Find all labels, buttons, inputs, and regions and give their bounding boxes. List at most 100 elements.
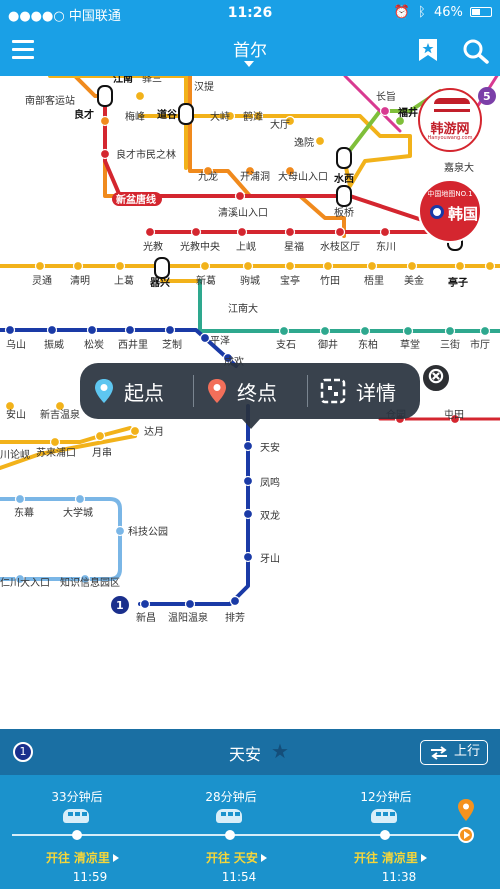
station-label[interactable]: 温阳温泉 [168, 611, 208, 624]
station-label[interactable]: 苏来浦口 [36, 446, 76, 459]
station-label[interactable]: 水西 [333, 172, 354, 185]
station-label[interactable]: 梧里 [364, 274, 384, 287]
station-label[interactable]: 新昌 [136, 611, 156, 624]
direction-toggle-button[interactable]: 上行 [420, 740, 488, 765]
station-dot[interactable] [139, 598, 151, 610]
station-label[interactable]: 东柏 [358, 338, 378, 351]
station-dot[interactable] [444, 325, 456, 337]
station-label[interactable]: 江南 [113, 76, 133, 85]
set-start-button[interactable]: 起点 [94, 363, 164, 419]
station-dot[interactable] [454, 260, 466, 272]
station-label[interactable]: 御井 [318, 338, 338, 351]
station-label[interactable]: 光教中央 [180, 240, 220, 253]
station-dot[interactable] [86, 324, 98, 336]
station-dot[interactable] [484, 260, 496, 272]
station-dot[interactable] [199, 260, 211, 272]
station-label[interactable]: 上葛 [114, 274, 134, 287]
station-dot[interactable] [199, 332, 211, 344]
station-label[interactable]: 新葛 [196, 274, 216, 287]
station-label[interactable]: 九龙 [198, 170, 218, 183]
station-label[interactable]: 东幕 [14, 506, 34, 519]
close-popup-icon[interactable]: ⊗ [420, 362, 452, 394]
station-dot[interactable] [242, 260, 254, 272]
station-dot[interactable] [72, 260, 84, 272]
line-5-badge-label[interactable]: 5 [483, 90, 491, 103]
station-dot[interactable] [236, 226, 248, 238]
station-label[interactable]: 良才市民之林 [116, 148, 176, 161]
station-dot[interactable] [94, 430, 106, 442]
station-label[interactable]: 竹田 [320, 274, 340, 287]
ad-hanyou-badge[interactable]: 韩游网 Hanyouwang.com [418, 88, 482, 152]
station-label[interactable]: 支石 [276, 339, 296, 351]
station-dot[interactable] [74, 493, 86, 505]
station-dot[interactable] [34, 260, 46, 272]
station-dot[interactable] [164, 324, 176, 336]
station-label[interactable]: 川论岘 [0, 448, 30, 461]
station-dot[interactable] [46, 324, 58, 336]
station-label[interactable]: 牙山 [260, 553, 280, 565]
station-label[interactable]: 三街 [440, 338, 460, 351]
station-dot[interactable] [334, 226, 346, 238]
line-name-label[interactable]: 新盆唐线 [116, 193, 156, 206]
station-label[interactable]: 梅峰 [125, 110, 145, 123]
station-label[interactable]: 西井里 [118, 338, 148, 351]
station-dot[interactable] [366, 260, 378, 272]
station-label[interactable]: 松炭 [84, 338, 104, 351]
station-label[interactable]: 大峙 [210, 110, 230, 123]
station-label[interactable]: 驿三 [142, 76, 162, 85]
station-label[interactable]: 排芳 [225, 611, 245, 624]
station-label[interactable]: 嘉泉大 [444, 161, 474, 174]
city-dropdown-icon[interactable] [244, 61, 254, 67]
station-label[interactable]: 灵通 [32, 275, 52, 287]
transfer-station-marker[interactable] [178, 103, 194, 125]
transfer-station-marker[interactable] [97, 85, 113, 107]
favorite-star-icon[interactable]: ★ [271, 739, 289, 763]
station-label[interactable]: 逸院 [294, 136, 314, 149]
station-label[interactable]: 南部客运站 [25, 94, 75, 107]
search-icon[interactable] [462, 38, 490, 64]
station-label[interactable]: 美金 [404, 274, 424, 287]
station-label[interactable]: 汉提 [194, 81, 214, 93]
station-dot[interactable] [129, 425, 141, 437]
station-label[interactable]: 市厅 [470, 338, 490, 351]
line-1-badge-label[interactable]: 1 [116, 599, 124, 612]
station-dot[interactable] [124, 324, 136, 336]
station-label[interactable]: 亭子 [448, 276, 468, 289]
station-dot[interactable] [242, 440, 254, 452]
bookmark-star-icon[interactable] [418, 38, 438, 62]
station-dot[interactable] [114, 260, 126, 272]
station-label[interactable]: 双龙 [260, 509, 280, 522]
station-dot[interactable] [322, 260, 334, 272]
train-destination[interactable]: 开往 天安 [206, 849, 267, 866]
station-detail-button[interactable]: 详情 [320, 363, 396, 419]
station-dot[interactable] [379, 105, 391, 117]
station-label[interactable]: 大厅 [270, 118, 290, 131]
transfer-station-marker[interactable] [336, 147, 352, 169]
station-label[interactable]: 大母山入口 [278, 170, 328, 183]
station-dot[interactable] [379, 226, 391, 238]
station-label[interactable]: 长旨 [376, 91, 396, 103]
station-label[interactable]: 知识信息园区 [60, 576, 120, 589]
station-dot[interactable] [14, 493, 26, 505]
set-end-button[interactable]: 终点 [207, 363, 277, 419]
station-dot[interactable] [242, 551, 254, 563]
station-label[interactable]: 芝制 [162, 338, 182, 351]
station-label[interactable]: 屯田 [444, 408, 464, 421]
station-dot[interactable] [242, 475, 254, 487]
station-dot[interactable] [4, 324, 16, 336]
station-dot[interactable] [402, 325, 414, 337]
station-label[interactable]: 平泽 [210, 335, 230, 347]
station-label[interactable]: 达月 [144, 426, 164, 438]
ad-korea-map-badge[interactable]: 中国地图NO.1 韩国 [418, 179, 482, 243]
station-label[interactable]: 光教 [143, 240, 163, 253]
station-label[interactable]: 乌山 [6, 338, 26, 351]
station-label[interactable]: 上岘 [236, 241, 256, 253]
station-label[interactable]: 板桥 [334, 206, 354, 219]
station-label[interactable]: 东川 [376, 240, 396, 253]
station-label[interactable]: 仁川大入口 [0, 576, 50, 589]
station-label[interactable]: 鹤滩 [243, 110, 263, 123]
station-label[interactable]: 开浦洞 [240, 170, 270, 183]
station-dot[interactable] [284, 226, 296, 238]
station-label[interactable]: 驹城 [240, 274, 260, 287]
station-dot[interactable] [242, 508, 254, 520]
